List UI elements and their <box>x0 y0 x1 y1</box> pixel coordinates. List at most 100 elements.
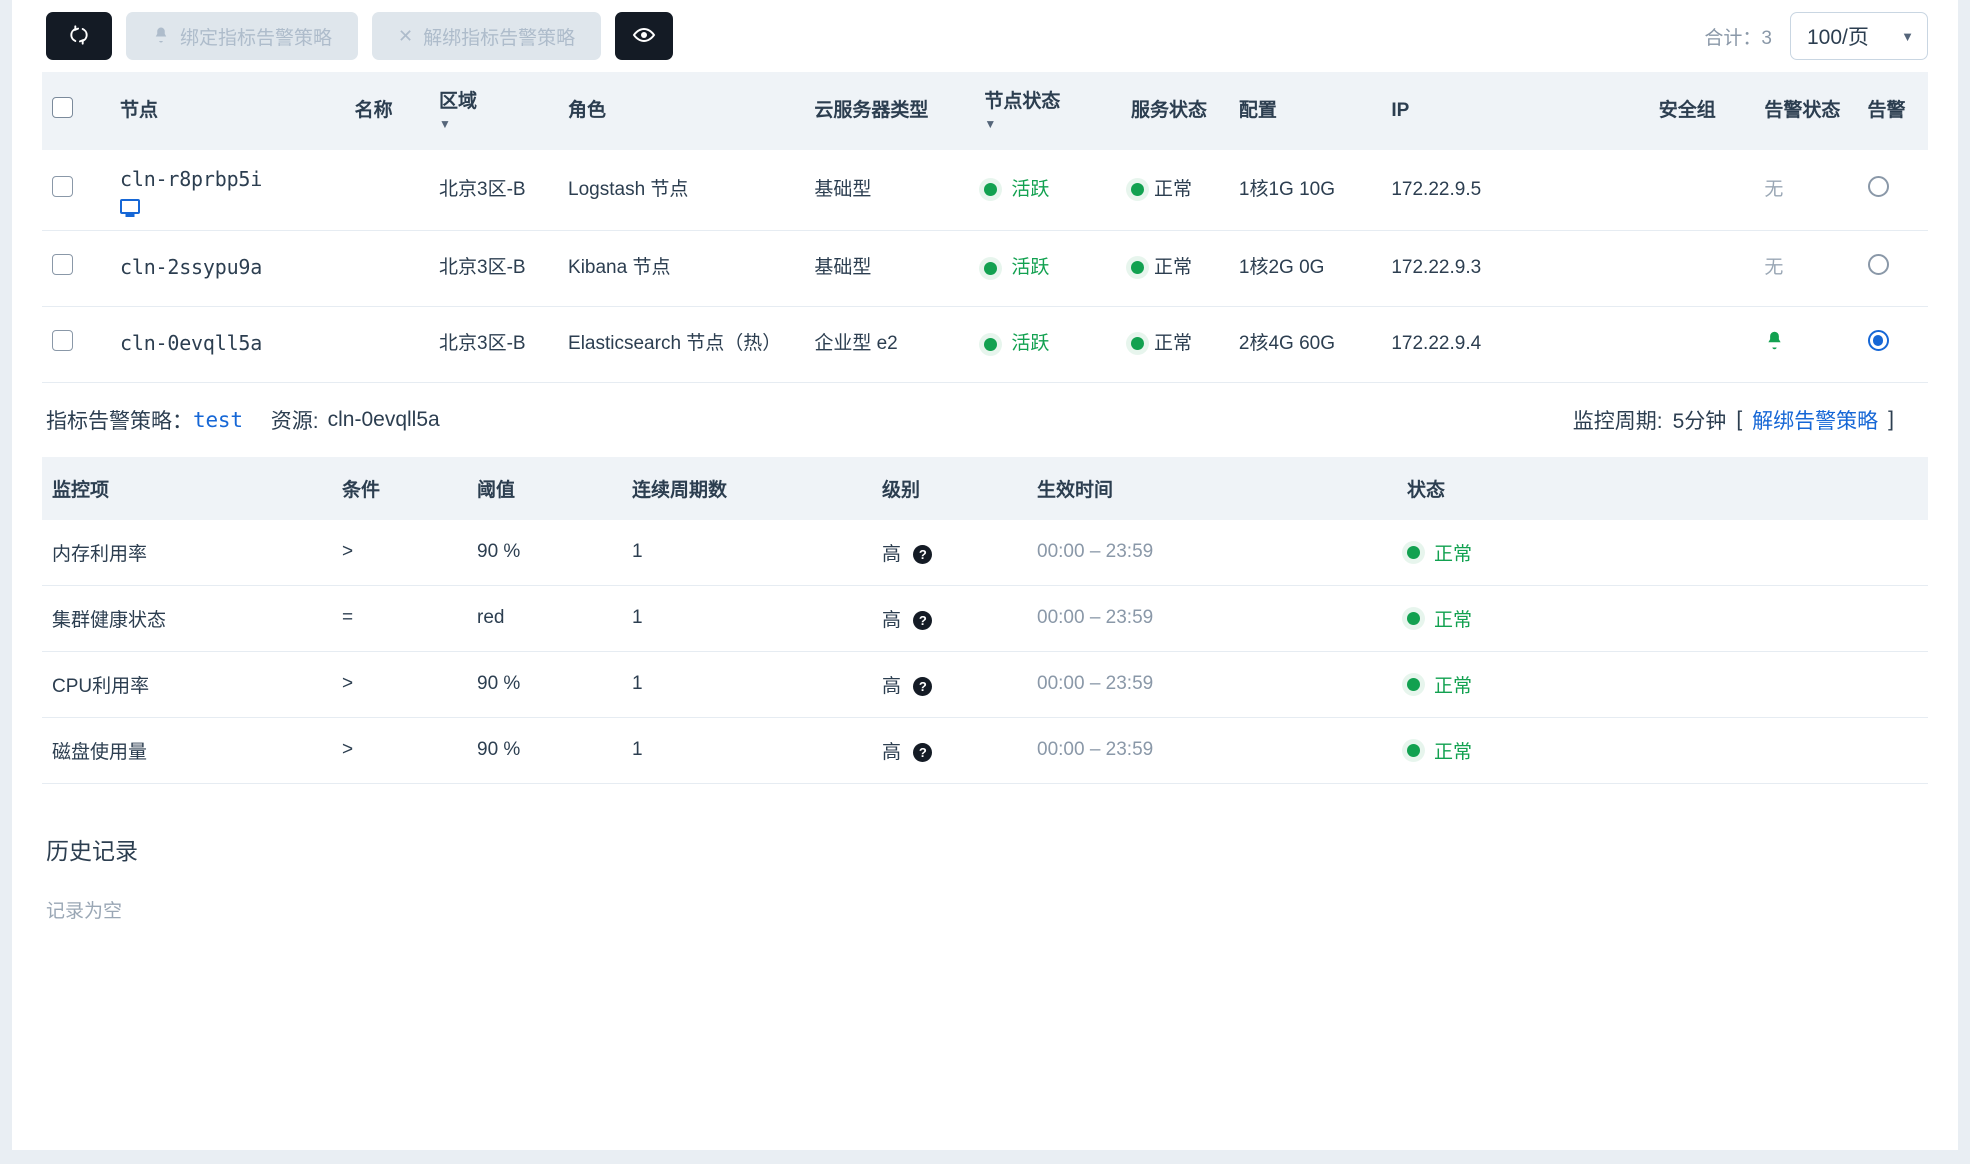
nodes-table: 节点 名称 区域 ▼ 角色 云服务器类型 节点状态 ▼ 服务状态 配置 IP 安… <box>42 72 1928 383</box>
column-service-status-label: 服务状态 <box>1131 100 1208 122</box>
column-server-type[interactable]: 云服务器类型 <box>804 72 975 150</box>
cell-metric-item: 内存利用率 <box>42 519 332 586</box>
cell-server-type: 企业型 e2 <box>804 306 975 383</box>
cell-status: 正常 <box>1397 651 1928 718</box>
bracket-open: [ <box>1736 407 1743 431</box>
cell-ip: 172.22.9.3 <box>1381 230 1649 307</box>
bind-policy-button[interactable]: 绑定指标告警策略 <box>126 12 359 60</box>
cell-periods: 1 <box>622 651 872 718</box>
policy-bar: 指标告警策略： test 资源: cln-0evqll5a 监控周期: 5分钟 … <box>42 383 1928 457</box>
unbind-policy-link[interactable]: 解绑告警策略 <box>1752 405 1878 435</box>
cell-name <box>344 150 430 231</box>
column-alarm-status-label: 告警状态 <box>1764 100 1841 122</box>
column-condition: 条件 <box>332 456 467 520</box>
metrics-table-body: 内存利用率 > 90 % 1 高 ? 00:00 – 23:59 正常 集群健康… <box>42 519 1928 784</box>
cell-effective-time: 00:00 – 23:59 <box>1027 717 1397 784</box>
status-text: 正常 <box>1434 609 1473 631</box>
column-alarm-status[interactable]: 告警状态 <box>1754 72 1858 150</box>
table-row[interactable]: cln-0evqll5a 北京3区-B Elasticsearch 节点（热） … <box>42 306 1928 383</box>
column-zone[interactable]: 区域 ▼ <box>429 72 559 150</box>
cell-zone: 北京3区-B <box>429 306 559 383</box>
cell-status: 正常 <box>1397 585 1928 652</box>
page-root: 绑定指标告警策略 ✕ 解绑指标告警策略 合计：3 100/页 ▼ 节点 名称 区… <box>0 0 1970 1164</box>
cell-role: Elasticsearch 节点（热） <box>558 306 805 383</box>
level-text: 高 <box>882 609 902 631</box>
eye-icon <box>632 23 656 50</box>
column-name-label: 名称 <box>354 100 393 122</box>
column-node-status[interactable]: 节点状态 ▼ <box>974 72 1121 150</box>
column-metric-item: 监控项 <box>42 456 332 520</box>
sort-caret-zone-icon[interactable]: ▼ <box>439 117 548 132</box>
column-node-status-label: 节点状态 <box>984 91 1061 113</box>
policy-label: 指标告警策略： <box>46 409 193 433</box>
table-row[interactable]: cln-2ssypu9a 北京3区-B Kibana 节点 基础型 活跃 正常 … <box>42 230 1928 307</box>
cell-zone: 北京3区-B <box>429 230 559 307</box>
cell-ip: 172.22.9.4 <box>1381 306 1649 383</box>
chevron-down-icon: ▼ <box>1901 28 1914 44</box>
cell-security-group <box>1648 230 1755 307</box>
column-name[interactable]: 名称 <box>344 72 430 150</box>
resource-value: cln-0evqll5a <box>327 407 440 431</box>
unbind-policy-label: 解绑指标告警策略 <box>423 27 576 49</box>
cell-security-group <box>1648 150 1755 231</box>
toggle-visibility-button[interactable] <box>615 12 674 60</box>
service-status-text: 正常 <box>1154 178 1193 200</box>
cell-name <box>344 306 430 383</box>
alarm-radio-selected[interactable] <box>1867 329 1889 351</box>
column-level: 级别 <box>872 456 1027 520</box>
cell-periods: 1 <box>622 717 872 784</box>
help-icon[interactable]: ? <box>913 743 933 763</box>
refresh-icon <box>68 24 90 49</box>
total-count: 合计：3 <box>1704 27 1772 49</box>
unbind-policy-button[interactable]: ✕ 解绑指标告警策略 <box>372 12 602 60</box>
row-checkbox[interactable] <box>52 253 73 275</box>
node-name: cln-2ssypu9a <box>120 255 263 280</box>
page-size-select[interactable]: 100/页 ▼ <box>1790 12 1928 60</box>
monitor-period-value: 5分钟 <box>1672 409 1727 433</box>
refresh-button[interactable] <box>46 12 112 60</box>
bracket-close: ] <box>1888 407 1894 431</box>
row-checkbox[interactable] <box>52 175 73 197</box>
cell-ip: 172.22.9.5 <box>1381 150 1649 231</box>
column-node[interactable]: 节点 <box>110 72 345 150</box>
column-alarm-label: 告警 <box>1867 100 1906 122</box>
cell-effective-time: 00:00 – 23:59 <box>1027 519 1397 586</box>
column-periods: 连续周期数 <box>622 456 872 520</box>
cell-security-group <box>1648 306 1755 383</box>
cell-config: 1核1G 10G <box>1228 150 1382 231</box>
row-select-cell <box>42 306 111 383</box>
policy-name-link[interactable]: test <box>193 408 243 432</box>
help-icon[interactable]: ? <box>913 545 933 565</box>
service-status-text: 正常 <box>1154 257 1193 279</box>
column-security-group-label: 安全组 <box>1658 100 1716 122</box>
table-row[interactable]: cln-r8prbp5i 北京3区-B Logstash 节点 基础型 活跃 正… <box>42 150 1928 231</box>
alarm-bell-icon[interactable] <box>1764 331 1785 356</box>
alarm-radio[interactable] <box>1867 253 1889 275</box>
help-icon[interactable]: ? <box>913 677 933 697</box>
cell-alarm <box>1857 230 1928 307</box>
select-all-checkbox[interactable] <box>52 97 73 119</box>
cell-effective-time: 00:00 – 23:59 <box>1027 585 1397 652</box>
column-ip-label: IP <box>1391 100 1410 122</box>
monitor-icon[interactable] <box>120 198 141 214</box>
column-alarm[interactable]: 告警 <box>1857 72 1928 150</box>
column-zone-label: 区域 <box>439 91 478 113</box>
x-icon: ✕ <box>398 26 414 46</box>
cell-status: 正常 <box>1397 717 1928 784</box>
column-config[interactable]: 配置 <box>1228 72 1382 150</box>
cell-level: 高 ? <box>872 519 1027 586</box>
row-checkbox[interactable] <box>52 329 73 351</box>
service-status-dot-icon <box>1131 337 1144 351</box>
nodes-table-header-row: 节点 名称 区域 ▼ 角色 云服务器类型 节点状态 ▼ 服务状态 配置 IP 安… <box>42 72 1928 150</box>
sort-caret-node-status-icon[interactable]: ▼ <box>984 117 1111 132</box>
alarm-radio[interactable] <box>1867 175 1889 197</box>
help-icon[interactable]: ? <box>913 611 933 631</box>
column-security-group[interactable]: 安全组 <box>1648 72 1755 150</box>
table-row: 磁盘使用量 > 90 % 1 高 ? 00:00 – 23:59 正常 <box>42 717 1928 784</box>
column-ip[interactable]: IP <box>1381 72 1649 150</box>
cell-alarm <box>1857 150 1928 231</box>
cell-condition: > <box>332 717 467 784</box>
column-role[interactable]: 角色 <box>558 72 805 150</box>
column-status: 状态 <box>1397 456 1928 520</box>
column-service-status[interactable]: 服务状态 <box>1121 72 1229 150</box>
